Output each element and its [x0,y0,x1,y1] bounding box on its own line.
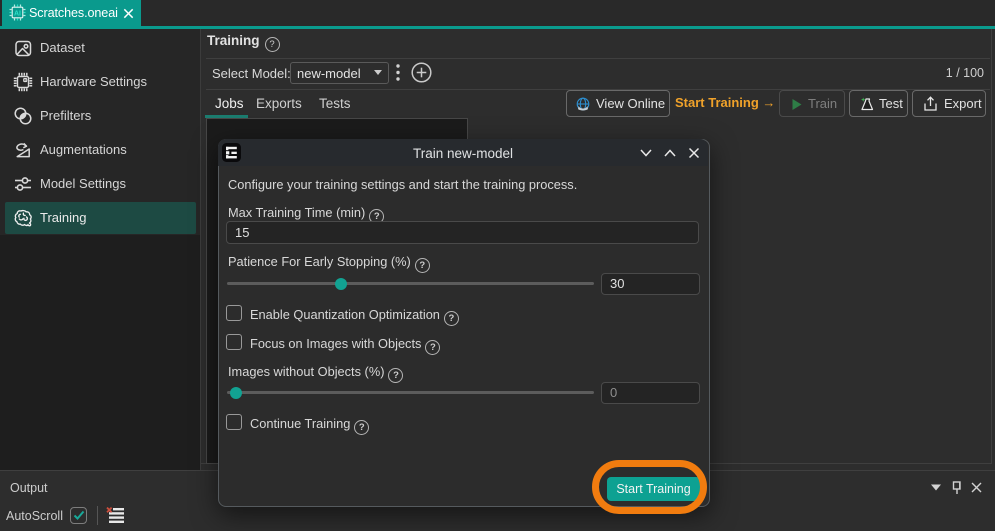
svg-text:AI: AI [14,10,21,17]
